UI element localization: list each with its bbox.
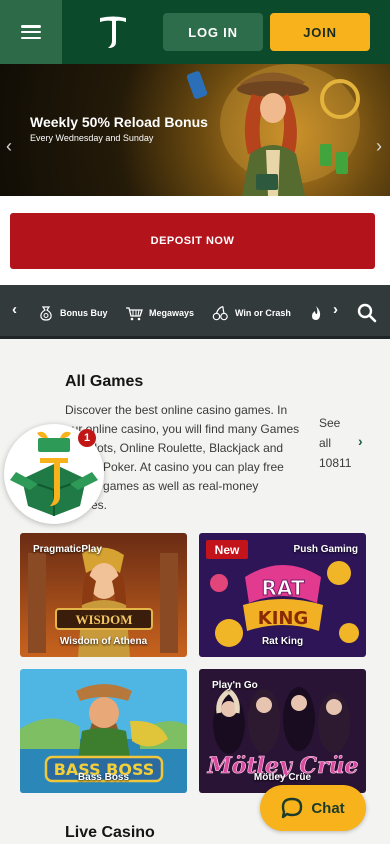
game-provider: PragmaticPlay (33, 544, 102, 555)
deposit-section: DEPOSIT NOW (0, 196, 390, 285)
login-button[interactable]: LOG IN (163, 13, 263, 51)
category-megaways[interactable]: Megaways (125, 305, 194, 321)
join-button[interactable]: JOIN (270, 13, 370, 51)
search-icon[interactable] (357, 303, 377, 323)
game-title: Rat King (261, 636, 304, 647)
game-tile-bass-boss[interactable]: BASS BOSS Bass Boss (20, 669, 187, 793)
new-badge: New (206, 540, 248, 559)
gift-count-badge: 1 (78, 429, 96, 447)
game-tile-motley-crue[interactable]: Mötley Crüe Play'n Go Mötley Crüe (199, 669, 366, 793)
chat-label: Chat (311, 799, 345, 817)
chat-bubble-icon (282, 797, 303, 819)
category-label: Win or Crash (235, 308, 291, 318)
game-title: Bass Boss (77, 772, 130, 783)
svg-text:RAT: RAT (262, 576, 305, 600)
category-bonus-buy[interactable]: Bonus Buy (38, 305, 108, 321)
category-win-or-crash[interactable]: Win or Crash (212, 305, 291, 321)
brand-logo[interactable] (98, 14, 128, 50)
banner-title: Weekly 50% Reload Bonus (30, 114, 208, 130)
game-provider: Play'n Go (212, 680, 258, 691)
top-header: LOG IN JOIN (0, 0, 390, 64)
svg-text:WISDOM: WISDOM (75, 612, 132, 627)
promo-banner[interactable]: Weekly 50% Reload Bonus Every Wednesday … (0, 64, 390, 196)
casino-page: LOG IN JOIN Weekly 50% Reload Bonus Ever… (0, 0, 390, 844)
menu-button[interactable] (0, 0, 62, 64)
chevron-left-icon[interactable]: ‹ (12, 301, 17, 318)
chevron-right-icon[interactable]: › (333, 301, 338, 318)
banner-subtitle: Every Wednesday and Sunday (30, 133, 154, 143)
category-label: Megaways (149, 308, 195, 318)
category-hot[interactable] (310, 305, 328, 321)
category-bar: ‹ Bonus Buy Megaways Win or Crash › (0, 285, 390, 339)
game-provider: Push Gaming (293, 544, 358, 555)
live-casino-heading: Live Casino (65, 824, 155, 841)
money-bag-icon (40, 306, 52, 321)
game-tile-rat-king[interactable]: RAT KING New Push Gaming Rat King (199, 533, 366, 657)
chevron-left-icon[interactable]: ‹ (6, 136, 12, 157)
category-label: Bonus Buy (60, 308, 108, 318)
cart-icon (126, 307, 143, 321)
game-title: Wisdom of Athena (59, 636, 148, 647)
game-title: Mötley Crüe (253, 772, 312, 783)
chevron-right-icon[interactable]: › (376, 136, 382, 157)
hamburger-menu-icon (21, 25, 41, 39)
games-count: 10811 (319, 456, 352, 470)
chevron-right-icon[interactable]: › (358, 433, 363, 449)
game-tile-wisdom-of-athena[interactable]: WISDOM PragmaticPlay Wisdom of Athena (20, 533, 187, 657)
chat-button[interactable]: Chat (260, 785, 366, 831)
deposit-now-button[interactable]: DEPOSIT NOW (10, 213, 375, 269)
explorer-character-illustration (186, 64, 360, 196)
flame-icon (312, 306, 321, 320)
see-all-label: See (319, 416, 341, 430)
see-all-label: all (319, 436, 332, 450)
all-games-heading: All Games (65, 373, 144, 390)
svg-text:KING: KING (258, 608, 308, 629)
cherries-icon (212, 305, 228, 321)
see-all-link[interactable]: See all 10811 (319, 413, 359, 473)
